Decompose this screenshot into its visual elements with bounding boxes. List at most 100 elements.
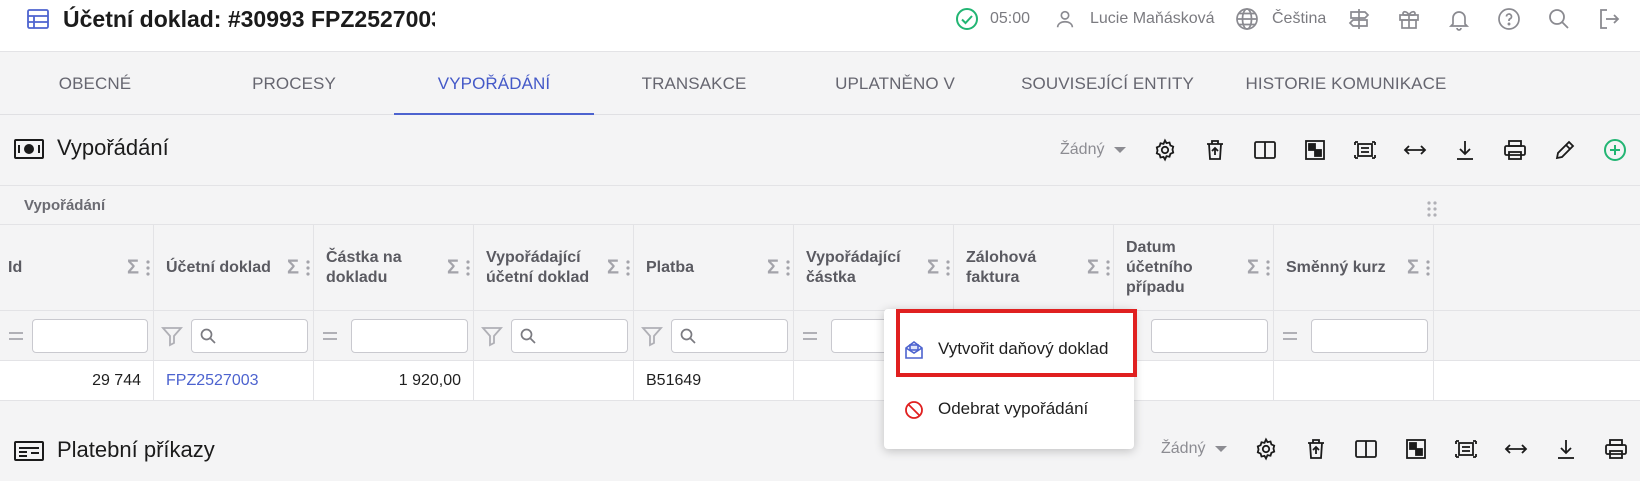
- column-header-amount[interactable]: Částka na dokladu Σ: [314, 225, 474, 310]
- view-select[interactable]: Žádný: [1060, 141, 1127, 159]
- cell-amount: 1 920,00: [314, 361, 474, 400]
- expand-width-button[interactable]: [1491, 429, 1541, 469]
- signpost-icon: [1346, 6, 1372, 32]
- sigma-icon[interactable]: Σ: [927, 256, 939, 279]
- settings-button[interactable]: [1140, 130, 1190, 170]
- filter-icon[interactable]: [641, 324, 663, 348]
- delete-upload-button[interactable]: [1291, 429, 1341, 469]
- columns-button[interactable]: [1240, 130, 1290, 170]
- column-menu-icon[interactable]: [466, 259, 470, 276]
- pattern-button[interactable]: [1391, 429, 1441, 469]
- envelope-icon: [904, 340, 924, 360]
- column-header-settling-amount[interactable]: Vypořádající částka Σ: [794, 225, 954, 310]
- filter-input-date[interactable]: [1151, 319, 1268, 353]
- tab-communication-history[interactable]: HISTORIE KOMUNIKACE: [1236, 52, 1456, 115]
- column-header-id[interactable]: Id Σ: [0, 225, 154, 310]
- group-label: Vypořádání: [24, 197, 106, 214]
- payment-orders-toolbar: Žádný: [1161, 417, 1640, 481]
- user-menu[interactable]: Lucie Maňásková: [1052, 5, 1215, 33]
- filter-icon[interactable]: [481, 324, 503, 348]
- filter-icon[interactable]: [161, 324, 183, 348]
- logout-button[interactable]: [1596, 5, 1622, 33]
- sigma-icon[interactable]: Σ: [287, 256, 299, 279]
- column-header-settling-document[interactable]: Vypořádající účetní doklad Σ: [474, 225, 634, 310]
- column-menu-icon[interactable]: [1266, 259, 1270, 276]
- print-button[interactable]: [1591, 429, 1640, 469]
- column-menu-icon[interactable]: [626, 259, 630, 276]
- column-header-document[interactable]: Účetní doklad Σ: [154, 225, 314, 310]
- tab-processes[interactable]: PROCESY: [214, 52, 374, 115]
- search-button[interactable]: [1546, 5, 1572, 33]
- expand-width-button[interactable]: [1390, 130, 1440, 170]
- tab-settlement[interactable]: VYPOŘÁDÁNÍ: [394, 52, 594, 115]
- filter-input-document[interactable]: [191, 319, 308, 353]
- timer[interactable]: 05:00: [954, 5, 1030, 33]
- filter-input-settling-document[interactable]: [511, 319, 628, 353]
- tab-general[interactable]: OBECNÉ: [20, 52, 170, 115]
- sigma-icon[interactable]: Σ: [607, 256, 619, 279]
- equals-icon[interactable]: [801, 324, 819, 348]
- sigma-icon[interactable]: Σ: [1407, 256, 1419, 279]
- menu-item-create-tax-document[interactable]: Vytvořit daňový doklad: [884, 324, 1134, 374]
- help-button[interactable]: [1496, 5, 1522, 33]
- search-icon: [520, 328, 536, 344]
- column-menu-icon[interactable]: [306, 259, 310, 276]
- document-link[interactable]: FPZ2527003: [166, 372, 259, 390]
- filter-input-rate[interactable]: [1311, 319, 1428, 353]
- column-menu-icon[interactable]: [946, 259, 950, 276]
- edit-button[interactable]: [1540, 130, 1590, 170]
- download-button[interactable]: [1440, 130, 1490, 170]
- tab-transactions[interactable]: TRANSAKCE: [614, 52, 774, 115]
- language-select[interactable]: Čeština: [1234, 5, 1326, 33]
- sigma-icon[interactable]: Σ: [447, 256, 459, 279]
- columns-button[interactable]: [1341, 429, 1391, 469]
- view-select[interactable]: Žádný: [1161, 440, 1228, 458]
- column-menu-icon[interactable]: [1426, 259, 1430, 276]
- fit-button[interactable]: [1340, 130, 1390, 170]
- banknote-icon: [13, 137, 45, 161]
- delete-upload-button[interactable]: [1190, 130, 1240, 170]
- equals-icon[interactable]: [321, 324, 339, 348]
- view-select-value: Žádný: [1161, 440, 1206, 457]
- sigma-icon[interactable]: Σ: [1087, 256, 1099, 279]
- tab-related-entities[interactable]: SOUVISEJÍCÍ ENTITY: [1010, 52, 1205, 115]
- sigma-icon[interactable]: Σ: [1247, 256, 1259, 279]
- group-header-row: Vypořádání: [0, 185, 1640, 225]
- column-header-rate[interactable]: Směnný kurz Σ: [1274, 225, 1434, 310]
- notifications-button[interactable]: [1446, 5, 1472, 33]
- column-header-date[interactable]: Datum účetního případu Σ: [1114, 225, 1274, 310]
- column-header-advance-invoice[interactable]: Zálohová faktura Σ: [954, 225, 1114, 310]
- pattern-button[interactable]: [1290, 130, 1340, 170]
- equals-icon[interactable]: [7, 324, 25, 348]
- signpost-button[interactable]: [1346, 5, 1372, 33]
- settlement-grid: Vypořádání Id Σ Účetní doklad Σ Částka n…: [0, 185, 1640, 401]
- gift-icon: [1396, 6, 1422, 32]
- filter-cell-id: [0, 311, 154, 360]
- fit-button[interactable]: [1441, 429, 1491, 469]
- user-name: Lucie Maňásková: [1090, 10, 1215, 27]
- filter-input-amount[interactable]: [351, 319, 468, 353]
- settings-button[interactable]: [1241, 429, 1291, 469]
- drag-handle-icon[interactable]: [1427, 201, 1437, 217]
- menu-item-remove-settlement[interactable]: Odebrat vypořádání: [884, 384, 1134, 434]
- add-button[interactable]: [1590, 130, 1640, 170]
- column-menu-icon[interactable]: [146, 259, 150, 276]
- filter-input-id[interactable]: [32, 319, 148, 353]
- table-row[interactable]: 29 744 FPZ2527003 1 920,00 B51649 1: [0, 361, 1640, 401]
- download-icon: [1558, 440, 1575, 459]
- page-title: Účetní doklad: #30993 FPZ2527003: [63, 6, 435, 32]
- section-title: Platební příkazy: [57, 437, 215, 462]
- column-menu-icon[interactable]: [786, 259, 790, 276]
- column-header-payment[interactable]: Platba Σ: [634, 225, 794, 310]
- filter-input-payment[interactable]: [671, 319, 788, 353]
- print-button[interactable]: [1490, 130, 1540, 170]
- cell-payment: B51649: [634, 361, 794, 400]
- logout-icon: [1596, 6, 1622, 32]
- download-button[interactable]: [1541, 429, 1591, 469]
- tab-applied-in[interactable]: UPLATNĚNO V: [810, 52, 980, 115]
- sigma-icon[interactable]: Σ: [767, 256, 779, 279]
- sigma-icon[interactable]: Σ: [127, 256, 139, 279]
- equals-icon[interactable]: [1281, 324, 1299, 348]
- column-menu-icon[interactable]: [1106, 259, 1110, 276]
- gift-button[interactable]: [1396, 5, 1422, 33]
